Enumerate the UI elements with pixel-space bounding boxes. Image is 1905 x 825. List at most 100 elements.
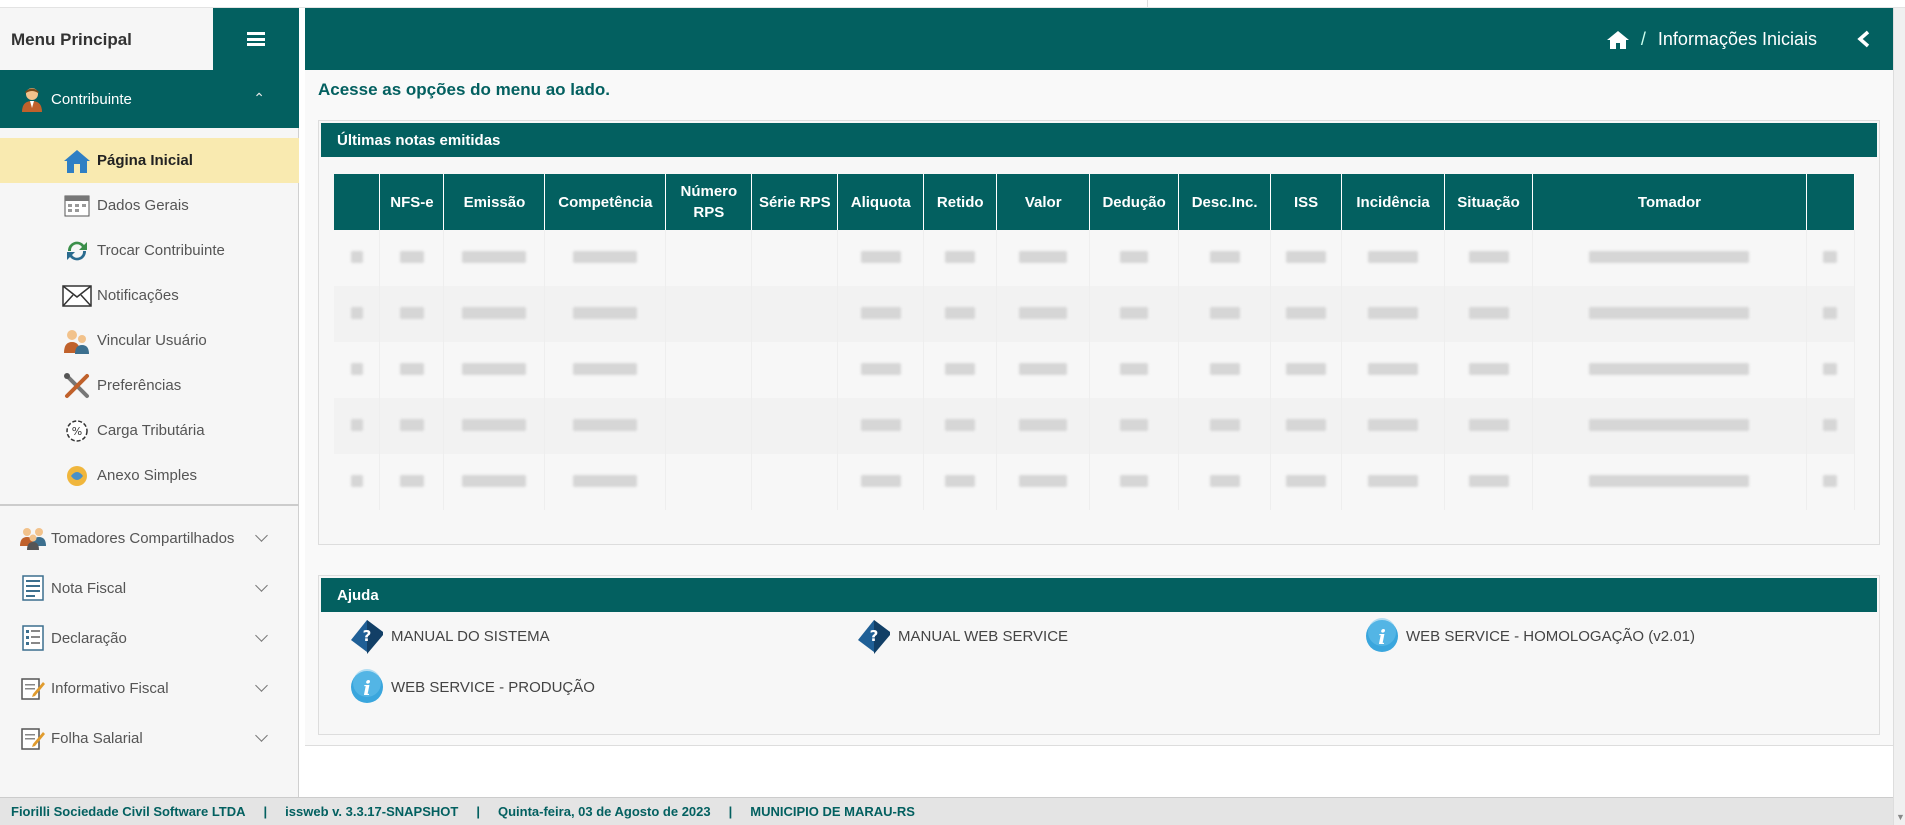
home-icon[interactable] [1606,30,1629,49]
column-header[interactable]: Tomador [1532,174,1807,230]
redacted-value [399,418,424,431]
help-panel: Ajuda ? MANUAL DO SISTEMA ? MANUAL WEB S… [318,575,1880,735]
table-cell [923,286,998,342]
redacted-value [1368,474,1419,487]
redacted-value [350,418,363,431]
table-cell [1806,398,1856,454]
redacted-value [350,362,363,375]
sidebar-group-nota-fiscal[interactable]: Nota Fiscal [0,563,299,613]
sidebar-group-tomadores[interactable]: Tomadores Compartilhados [0,513,299,563]
table-cell [751,286,839,342]
redacted-value [1468,362,1509,375]
table-row[interactable] [334,230,1856,286]
calendar-icon [62,191,92,221]
table-cell [837,286,925,342]
table-cell [923,230,998,286]
invoice-icon [20,575,46,601]
table-cell [379,230,445,286]
table-cell [544,230,667,286]
table-cell [1341,286,1446,342]
hamburger-button[interactable] [213,8,299,70]
table-cell [751,342,839,398]
sidebar-item-vincular-usuario[interactable]: Vincular Usuário [0,318,299,363]
table-cell [379,454,445,510]
main-content: Acesse as opções do menu ao lado. Última… [305,70,1893,797]
sidebar-item-preferencias[interactable]: Preferências [0,363,299,408]
table-cell [379,286,445,342]
column-header[interactable]: Dedução [1089,174,1180,230]
document-icon [20,625,46,651]
sidebar-group-label: Folha Salarial [51,729,143,747]
redacted-value [1120,474,1149,487]
table-row[interactable] [334,398,1856,454]
column-header[interactable]: Valor [996,174,1091,230]
redacted-value [860,362,901,375]
table-cell [1806,230,1856,286]
redacted-value [1286,418,1327,431]
column-header[interactable]: Incidência [1341,174,1446,230]
redacted-value [350,250,363,263]
manual-sistema-link[interactable]: ? MANUAL DO SISTEMA [349,618,550,654]
sidebar-group-folha-salarial[interactable]: Folha Salarial [0,713,299,763]
contribuinte-menu[interactable]: Contribuinte ⌃ [0,70,299,128]
table-cell [334,398,381,454]
sidebar-item-pagina-inicial[interactable]: Página Inicial [0,138,299,183]
redacted-value [399,250,424,263]
sidebar-item-carga-tributaria[interactable]: % Carga Tributária [0,408,299,453]
redacted-value [1589,250,1750,263]
table-cell [923,342,998,398]
sidebar-item-notificacoes[interactable]: Notificações [0,273,299,318]
sidebar-item-label: Dados Gerais [97,197,189,214]
sidebar-group-informativo-fiscal[interactable]: Informativo Fiscal [0,663,299,713]
table-cell [923,454,998,510]
payroll-icon [20,725,46,751]
column-header[interactable]: Competência [544,174,667,230]
table-row[interactable] [334,342,1856,398]
menu-title: Menu Principal [11,30,132,49]
redacted-value [462,418,527,431]
info-icon: i [351,669,383,703]
sidebar-item-anexo-simples[interactable]: Anexo Simples [0,453,299,498]
chevron-left-icon[interactable] [1857,30,1871,48]
table-row[interactable] [334,286,1856,342]
redacted-value [399,362,424,375]
redacted-value [1823,418,1838,431]
web-service-homologacao-link[interactable]: i WEB SERVICE - HOMOLOGAÇÃO (v2.01) [1364,618,1695,654]
column-header[interactable]: Aliquota [837,174,925,230]
column-header[interactable]: Série RPS [751,174,839,230]
column-header[interactable]: ISS [1270,174,1343,230]
sidebar-group-declaracao[interactable]: Declaração [0,613,299,663]
table-cell [1806,454,1856,510]
redacted-value [1120,362,1149,375]
column-header[interactable]: Retido [923,174,998,230]
column-header [1806,174,1856,230]
manual-web-service-link[interactable]: ? MANUAL WEB SERVICE [856,618,1068,654]
redacted-value [1120,418,1149,431]
footer-version: issweb v. 3.3.17-SNAPSHOT [285,804,459,819]
table-cell [751,454,839,510]
help-title: Ajuda [321,578,1877,612]
column-header[interactable]: Emissão [443,174,546,230]
breadcrumb: / Informações Iniciais [1606,29,1817,50]
scroll-down-arrow-icon[interactable]: ▼ [1896,812,1905,822]
table-cell [1178,342,1272,398]
envelope-icon [62,281,92,311]
sidebar-item-trocar-contribuinte[interactable]: Trocar Contribuinte [0,228,299,273]
redacted-value [462,362,527,375]
column-header[interactable]: Número RPS [665,174,753,230]
redacted-value [1019,362,1068,375]
table-cell [1444,398,1534,454]
table-cell [1270,398,1343,454]
table-cell [996,342,1091,398]
column-header[interactable]: Situação [1444,174,1534,230]
column-header[interactable]: Desc.Inc. [1178,174,1272,230]
page-title: Informações Iniciais [1657,29,1817,49]
table-row[interactable] [334,454,1856,510]
web-service-producao-link[interactable]: i WEB SERVICE - PRODUÇÃO [349,669,595,705]
percent-icon: % [62,416,92,446]
page-scrollbar[interactable]: ▼ [1893,8,1905,825]
sidebar-item-dados-gerais[interactable]: Dados Gerais [0,183,299,228]
sidebar: Menu Principal Contribuinte ⌃ Página Ini… [0,8,299,797]
redacted-value [399,474,424,487]
column-header[interactable]: NFS-e [379,174,445,230]
